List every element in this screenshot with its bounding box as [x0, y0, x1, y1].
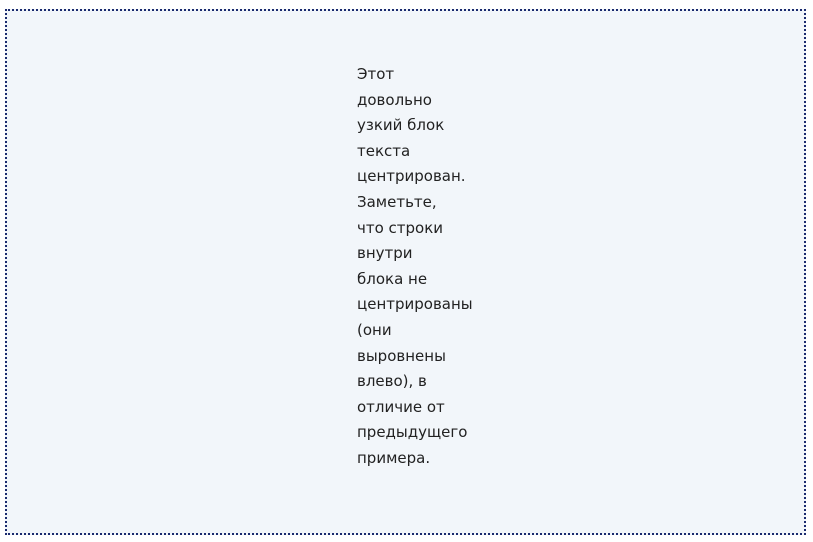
text-line: (они — [357, 320, 392, 339]
text-line: выровнены — [357, 346, 446, 365]
text-line: центрированы — [357, 295, 473, 314]
text-line: блока не — [357, 269, 428, 288]
text-line: довольно — [357, 90, 432, 109]
text-line: примера. — [357, 448, 431, 467]
text-line: узкий блок — [357, 116, 445, 135]
text-line: влево), в — [357, 372, 427, 391]
text-line: внутри — [357, 244, 413, 263]
dotted-frame: Этот довольно узкий блок текста центриро… — [5, 9, 806, 535]
text-line: отличие от — [357, 397, 445, 416]
text-line: Заметьте, — [357, 192, 437, 211]
text-line: что строки — [357, 218, 444, 237]
text-line: Этот — [357, 65, 395, 83]
text-line: предыдущего — [357, 423, 468, 442]
text-line: текста — [357, 141, 411, 160]
centered-text-block: Этот довольно узкий блок текста центриро… — [357, 62, 475, 472]
text-line: центрирован. — [357, 167, 466, 186]
